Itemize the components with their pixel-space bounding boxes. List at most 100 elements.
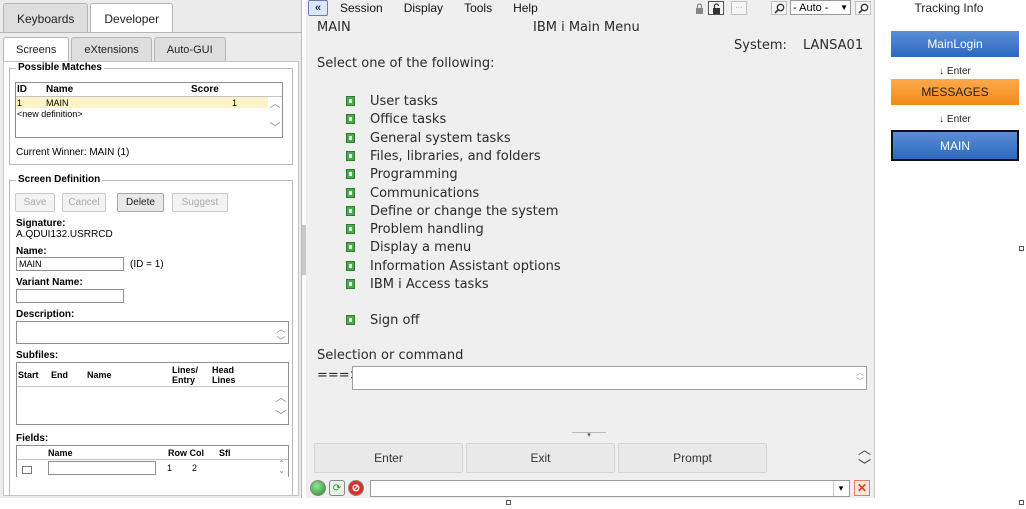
menu-tools[interactable]: Tools	[464, 1, 492, 15]
signoff-option[interactable]: Sign off	[370, 313, 419, 328]
menu-option[interactable]: Problem handling	[370, 222, 484, 237]
matches-grid-header: ID Name Score	[16, 83, 282, 97]
prompt-key-button[interactable]: Prompt	[618, 443, 767, 473]
resize-handle[interactable]	[506, 500, 511, 505]
scroll-up-icon[interactable]: ︿	[276, 389, 287, 405]
menu-help[interactable]: Help	[513, 1, 538, 15]
signoff-icon[interactable]	[346, 315, 355, 325]
option-icon[interactable]	[346, 169, 355, 180]
name-field[interactable]: MAIN	[16, 257, 124, 271]
scroll-down-icon[interactable]: ﹀	[270, 119, 281, 135]
tab-extensions[interactable]: eXtensions	[71, 37, 152, 62]
step-messages[interactable]: MESSAGES	[891, 79, 1019, 105]
screen-definition-group: Screen Definition Save Cancel Delete Sug…	[9, 174, 293, 496]
col-head-lines: Head Lines	[212, 365, 252, 385]
option-icon[interactable]	[346, 150, 355, 161]
field-name-input[interactable]	[48, 460, 156, 475]
stop-icon[interactable]: ⊘	[348, 480, 364, 496]
menu-option[interactable]: Programming	[370, 167, 458, 182]
menu-option[interactable]: Office tasks	[370, 112, 446, 127]
description-scrollbar[interactable]: ︿ ﹀	[274, 322, 288, 346]
resize-handle[interactable]	[1019, 246, 1024, 251]
option-icon[interactable]	[346, 187, 355, 198]
resize-handle[interactable]	[1019, 500, 1024, 505]
menu-option[interactable]: General system tasks	[370, 131, 511, 146]
command-input[interactable]: ︿ ﹀	[352, 366, 867, 390]
back-button[interactable]: «	[308, 0, 328, 16]
option-icon[interactable]	[346, 279, 355, 289]
refresh-icon[interactable]: ⟳	[329, 480, 345, 496]
menu-option[interactable]: Information Assistant options	[370, 259, 561, 274]
scroll-down-icon[interactable]: ﹀	[276, 407, 287, 423]
tab-keyboards[interactable]: Keyboards	[3, 3, 89, 33]
scroll-up-icon[interactable]: ︿	[270, 95, 281, 111]
match-row[interactable]: 1 MAIN 1	[16, 97, 268, 108]
keypad-icon[interactable]: ⋯	[731, 1, 747, 15]
connected-icon[interactable]	[310, 480, 326, 496]
field-row[interactable]: 1 2 ⌃ ⌄	[17, 460, 288, 475]
subfiles-grid[interactable]: Start End Name Lines/Entry Head Lines ︿ ﹀	[16, 362, 289, 425]
menu-option[interactable]: Communications	[370, 186, 479, 201]
variant-field[interactable]	[16, 289, 124, 303]
option-icon[interactable]	[346, 96, 355, 106]
delete-button[interactable]: Delete	[117, 193, 164, 212]
mode-select[interactable]: - Auto - ▼	[790, 0, 851, 15]
status-input[interactable]: ▾	[370, 480, 850, 497]
col-sfl: Sfl	[219, 447, 231, 458]
field-checkbox[interactable]	[22, 466, 32, 474]
matches-grid[interactable]: ID Name Score 1 MAIN 1 <new definition> …	[15, 82, 283, 138]
scroll-up-icon[interactable]: ︿	[276, 323, 285, 335]
menu-option[interactable]: Display a menu	[370, 240, 471, 255]
chevron-down-icon: ▼	[840, 3, 848, 12]
step-mainlogin[interactable]: MainLogin	[891, 31, 1019, 57]
subfiles-scrollbar[interactable]: ︿ ﹀	[274, 387, 288, 425]
possible-matches-group: Possible Matches ID Name Score 1 MAIN 1 …	[9, 62, 293, 165]
spinner-icon[interactable]: ⌃ ⌄	[278, 460, 285, 475]
option-icon[interactable]	[346, 114, 355, 125]
description-field[interactable]: ︿ ﹀	[16, 321, 289, 346]
menu-session[interactable]: Session	[340, 1, 383, 15]
menu-option[interactable]: User tasks	[370, 94, 438, 109]
chevron-down-icon[interactable]: ▾	[833, 481, 848, 496]
cancel-button[interactable]: Cancel	[62, 193, 106, 212]
option-icon[interactable]	[346, 132, 355, 143]
lock-icon[interactable]	[691, 1, 707, 15]
menu-option[interactable]: Define or change the system	[370, 204, 558, 219]
menu-option[interactable]: Files, libraries, and folders	[370, 149, 541, 164]
option-icon[interactable]	[346, 205, 355, 216]
search-icon[interactable]	[855, 1, 871, 15]
head-lines-line1: Head	[212, 364, 235, 375]
suggest-button[interactable]: Suggest	[172, 193, 228, 212]
signature-label: Signature:	[16, 218, 66, 229]
matches-scrollbar[interactable]: ︿ ﹀	[268, 83, 282, 137]
collapse-handle-icon[interactable]: ▾	[572, 432, 606, 439]
unlock-icon[interactable]	[708, 1, 724, 15]
option-icon[interactable]	[346, 260, 355, 271]
field-col-value: 2	[192, 462, 198, 473]
variant-label: Variant Name:	[16, 277, 83, 288]
fkey-scroll-icon[interactable]: ︿ ﹀	[858, 442, 871, 474]
clear-icon[interactable]: ✕	[854, 480, 870, 496]
lines-entry-line1: Lines/	[172, 364, 199, 375]
screen-title: IBM i Main Menu	[533, 20, 640, 35]
fields-grid[interactable]: Name Row Col Sfl 1 2 ⌃ ⌄	[16, 445, 289, 477]
option-icon[interactable]	[346, 242, 355, 253]
new-definition-label: <new definition>	[17, 108, 83, 119]
name-id-label: (ID = 1)	[130, 259, 164, 270]
step-main[interactable]: MAIN	[891, 130, 1019, 161]
menu-option[interactable]: IBM i Access tasks	[370, 277, 489, 292]
tab-auto-gui[interactable]: Auto-GUI	[153, 37, 226, 62]
tab-screens[interactable]: Screens	[3, 37, 70, 62]
command-spinner-icon[interactable]: ︿ ﹀	[856, 368, 864, 386]
menu-display[interactable]: Display	[404, 1, 443, 15]
save-button[interactable]: Save	[15, 193, 55, 212]
zoom-icon[interactable]	[771, 1, 787, 15]
new-definition-row[interactable]: <new definition>	[16, 108, 282, 119]
tab-developer[interactable]: Developer	[90, 3, 174, 33]
exit-key-button[interactable]: Exit	[466, 443, 615, 473]
enter-key-button[interactable]: Enter	[314, 443, 463, 473]
status-bar: ⟳ ⊘ ▾ ✕	[306, 479, 874, 498]
option-icon[interactable]	[346, 224, 355, 235]
step-transition: ↓ Enter	[939, 66, 971, 77]
scroll-down-icon[interactable]: ﹀	[276, 335, 285, 347]
